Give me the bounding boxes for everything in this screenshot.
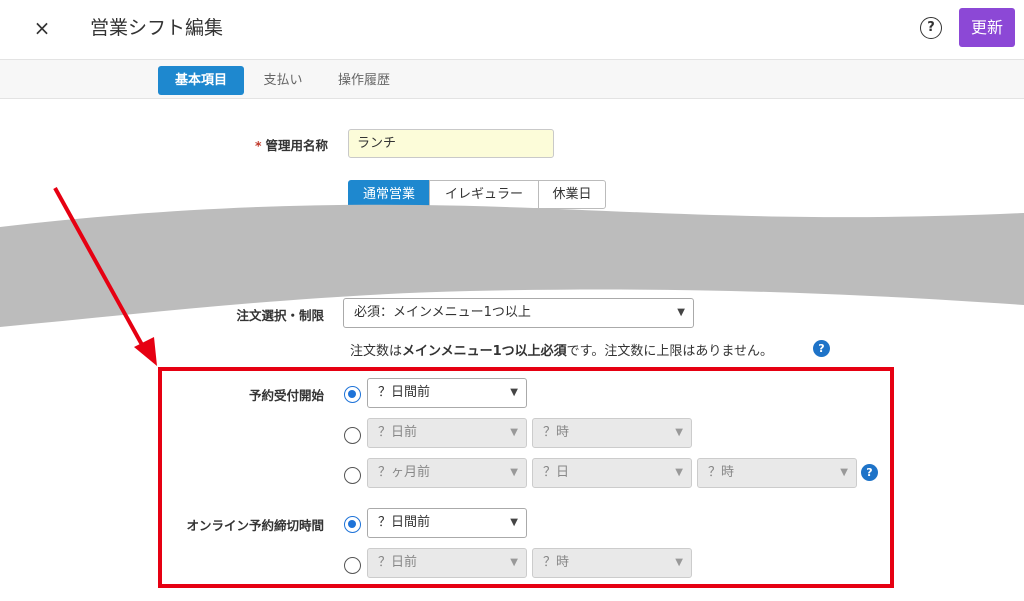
header: × 営業シフト編集 ? 更新 [0, 0, 1024, 58]
page-title: 営業シフト編集 [90, 17, 224, 39]
tab-basic[interactable]: 基本項目 [158, 66, 244, 95]
close-icon[interactable]: × [30, 14, 54, 42]
highlight-box [158, 367, 894, 588]
required-mark: * [254, 138, 262, 153]
name-label: * 管理用名称 [250, 135, 328, 154]
order-note: 注文数はメインメニュー1つ以上必須です。注文数に上限はありません。 [350, 340, 773, 359]
tab-history[interactable]: 操作履歴 [326, 66, 402, 95]
order-select[interactable]: 必須：メインメニュー1つ以上 ▼ [343, 298, 694, 328]
tab-payment[interactable]: 支払い [250, 66, 316, 95]
order-label: 注文選択・制限 [236, 308, 324, 323]
order-note-prefix: 注文数は [350, 344, 403, 359]
update-button[interactable]: 更新 [959, 8, 1015, 47]
help-circle-icon[interactable]: ? [920, 17, 942, 39]
order-select-value: 必須：メインメニュー1つ以上 [354, 305, 531, 320]
order-note-bold: メインメニュー1つ以上必須 [402, 344, 567, 359]
question-icon[interactable]: ? [813, 340, 830, 357]
name-label-text: 管理用名称 [265, 138, 328, 153]
order-note-suffix: です。注文数に上限はありません。 [566, 344, 773, 359]
name-input[interactable]: ランチ [348, 129, 554, 158]
chevron-down-icon: ▼ [677, 307, 685, 318]
tab-bar: 基本項目 支払い 操作履歴 [0, 59, 1024, 99]
